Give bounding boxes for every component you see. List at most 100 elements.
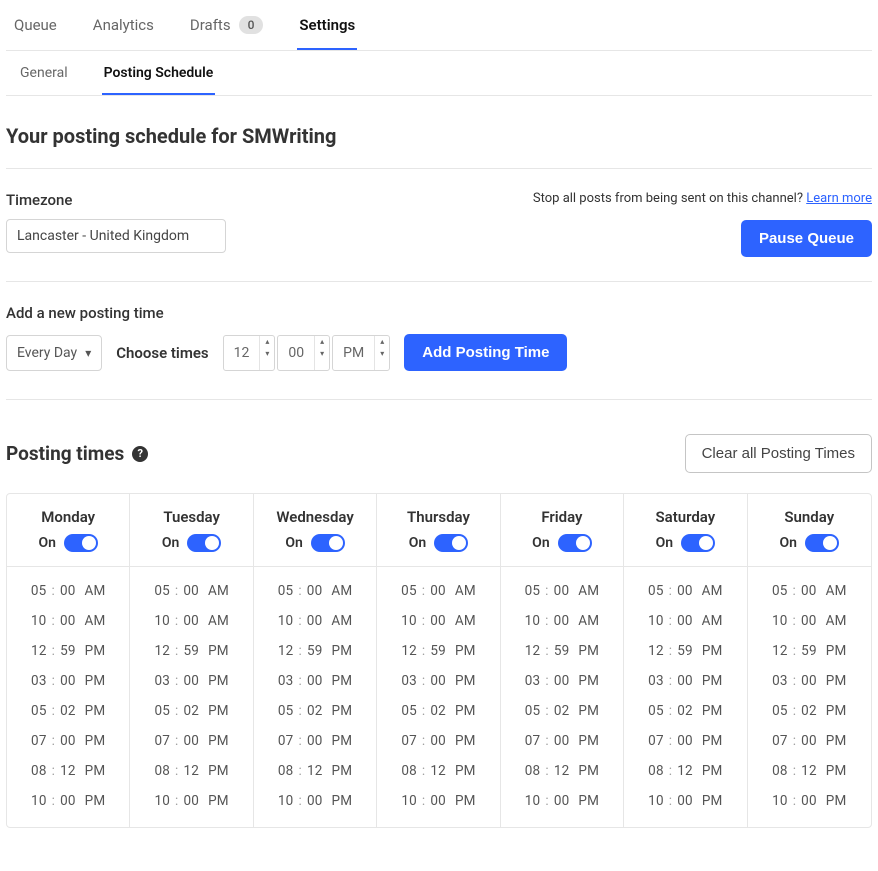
posting-time[interactable]: 12:59PM [632,643,738,659]
time-hour: 05 [525,583,541,599]
minute-up-icon[interactable]: ▴ [315,336,329,348]
posting-time[interactable]: 03:00PM [262,673,368,689]
posting-time[interactable]: 05:00AM [15,583,121,599]
posting-time[interactable]: 10:00AM [385,613,491,629]
posting-time[interactable]: 05:00AM [632,583,738,599]
posting-time[interactable]: 12:59PM [756,643,863,659]
ampm-stepper[interactable]: PM ▴ ▾ [332,335,390,371]
posting-time[interactable]: 05:02PM [632,703,738,719]
hour-up-icon[interactable]: ▴ [260,336,274,348]
posting-time[interactable]: 08:12PM [15,763,121,779]
posting-time[interactable]: 10:00PM [15,793,121,809]
posting-time[interactable]: 03:00PM [15,673,121,689]
time-hour: 03 [772,673,788,689]
posting-time[interactable]: 10:00PM [262,793,368,809]
posting-time[interactable]: 07:00PM [15,733,121,749]
time-separator: : [298,613,301,629]
posting-time[interactable]: 05:00AM [262,583,368,599]
posting-time[interactable]: 03:00PM [632,673,738,689]
time-hour: 12 [772,643,788,659]
pause-queue-button[interactable]: Pause Queue [741,220,872,257]
subtab-posting-schedule[interactable]: Posting Schedule [102,61,216,95]
posting-time[interactable]: 07:00PM [632,733,738,749]
learn-more-link[interactable]: Learn more [806,191,872,206]
help-icon[interactable]: ? [132,446,148,462]
hour-down-icon[interactable]: ▾ [260,348,274,360]
day-toggle[interactable] [434,534,468,552]
posting-time[interactable]: 10:00AM [509,613,615,629]
posting-time[interactable]: 05:00AM [385,583,491,599]
posting-time[interactable]: 05:02PM [756,703,863,719]
posting-time[interactable]: 10:00AM [632,613,738,629]
day-toggle[interactable] [805,534,839,552]
day-toggle[interactable] [187,534,221,552]
ampm-up-icon[interactable]: ▴ [375,336,389,348]
posting-time[interactable]: 10:00PM [385,793,491,809]
timezone-select[interactable]: Lancaster - United Kingdom [6,219,226,253]
posting-time[interactable]: 10:00PM [756,793,863,809]
time-ampm: AM [702,583,723,599]
posting-time[interactable]: 10:00PM [509,793,615,809]
posting-time[interactable]: 05:02PM [15,703,121,719]
day-times-list: 05:00AM 10:00AM 12:59PM 03:00PM 05:02PM 07:00… [377,567,499,827]
posting-time[interactable]: 03:00PM [756,673,863,689]
day-toggle[interactable] [64,534,98,552]
posting-time[interactable]: 08:12PM [385,763,491,779]
posting-time[interactable]: 08:12PM [138,763,244,779]
posting-time[interactable]: 12:59PM [15,643,121,659]
posting-time[interactable]: 07:00PM [756,733,863,749]
posting-time[interactable]: 03:00PM [385,673,491,689]
tab-drafts[interactable]: Drafts 0 [188,10,266,50]
posting-time[interactable]: 08:12PM [262,763,368,779]
time-ampm: AM [331,583,352,599]
posting-time[interactable]: 05:02PM [509,703,615,719]
posting-time[interactable]: 03:00PM [138,673,244,689]
posting-time[interactable]: 05:00AM [509,583,615,599]
minute-down-icon[interactable]: ▾ [315,348,329,360]
ampm-down-icon[interactable]: ▾ [375,348,389,360]
time-minute: 00 [430,673,446,689]
posting-time[interactable]: 10:00AM [262,613,368,629]
day-name: Wednesday [262,508,368,526]
tab-settings[interactable]: Settings [297,10,357,50]
time-ampm: PM [578,703,599,719]
posting-time[interactable]: 12:59PM [385,643,491,659]
posting-time[interactable]: 12:59PM [509,643,615,659]
day-toggle[interactable] [558,534,592,552]
posting-time[interactable]: 05:02PM [262,703,368,719]
day-toggle[interactable] [311,534,345,552]
minute-stepper[interactable]: 00 ▴ ▾ [277,335,330,371]
posting-time[interactable]: 07:00PM [509,733,615,749]
posting-time[interactable]: 05:02PM [138,703,244,719]
posting-time[interactable]: 10:00AM [138,613,244,629]
clear-all-button[interactable]: Clear all Posting Times [685,434,872,473]
day-column: WednesdayOn05:00AM10:00AM12:59PM03:00PM0… [254,494,377,827]
hour-stepper[interactable]: 12 ▴ ▾ [223,335,276,371]
posting-time[interactable]: 12:59PM [262,643,368,659]
posting-time[interactable]: 10:00AM [756,613,863,629]
subtab-general[interactable]: General [18,61,70,95]
tab-queue[interactable]: Queue [12,10,59,50]
posting-time[interactable]: 07:00PM [385,733,491,749]
time-ampm: PM [826,733,847,749]
posting-time[interactable]: 05:02PM [385,703,491,719]
posting-time[interactable]: 07:00PM [262,733,368,749]
posting-times-title: Posting times [6,442,124,465]
posting-time[interactable]: 10:00AM [15,613,121,629]
posting-time[interactable]: 10:00PM [632,793,738,809]
time-ampm: PM [208,733,229,749]
tab-analytics[interactable]: Analytics [91,10,156,50]
day-toggle[interactable] [681,534,715,552]
time-minute: 00 [184,793,200,809]
posting-time[interactable]: 12:59PM [138,643,244,659]
add-posting-time-button[interactable]: Add Posting Time [404,334,567,371]
posting-time[interactable]: 03:00PM [509,673,615,689]
posting-time[interactable]: 05:00AM [756,583,863,599]
day-select[interactable]: Every Day ▾ [6,335,102,371]
posting-time[interactable]: 08:12PM [509,763,615,779]
posting-time[interactable]: 08:12PM [756,763,863,779]
posting-time[interactable]: 07:00PM [138,733,244,749]
posting-time[interactable]: 08:12PM [632,763,738,779]
posting-time[interactable]: 05:00AM [138,583,244,599]
posting-time[interactable]: 10:00PM [138,793,244,809]
